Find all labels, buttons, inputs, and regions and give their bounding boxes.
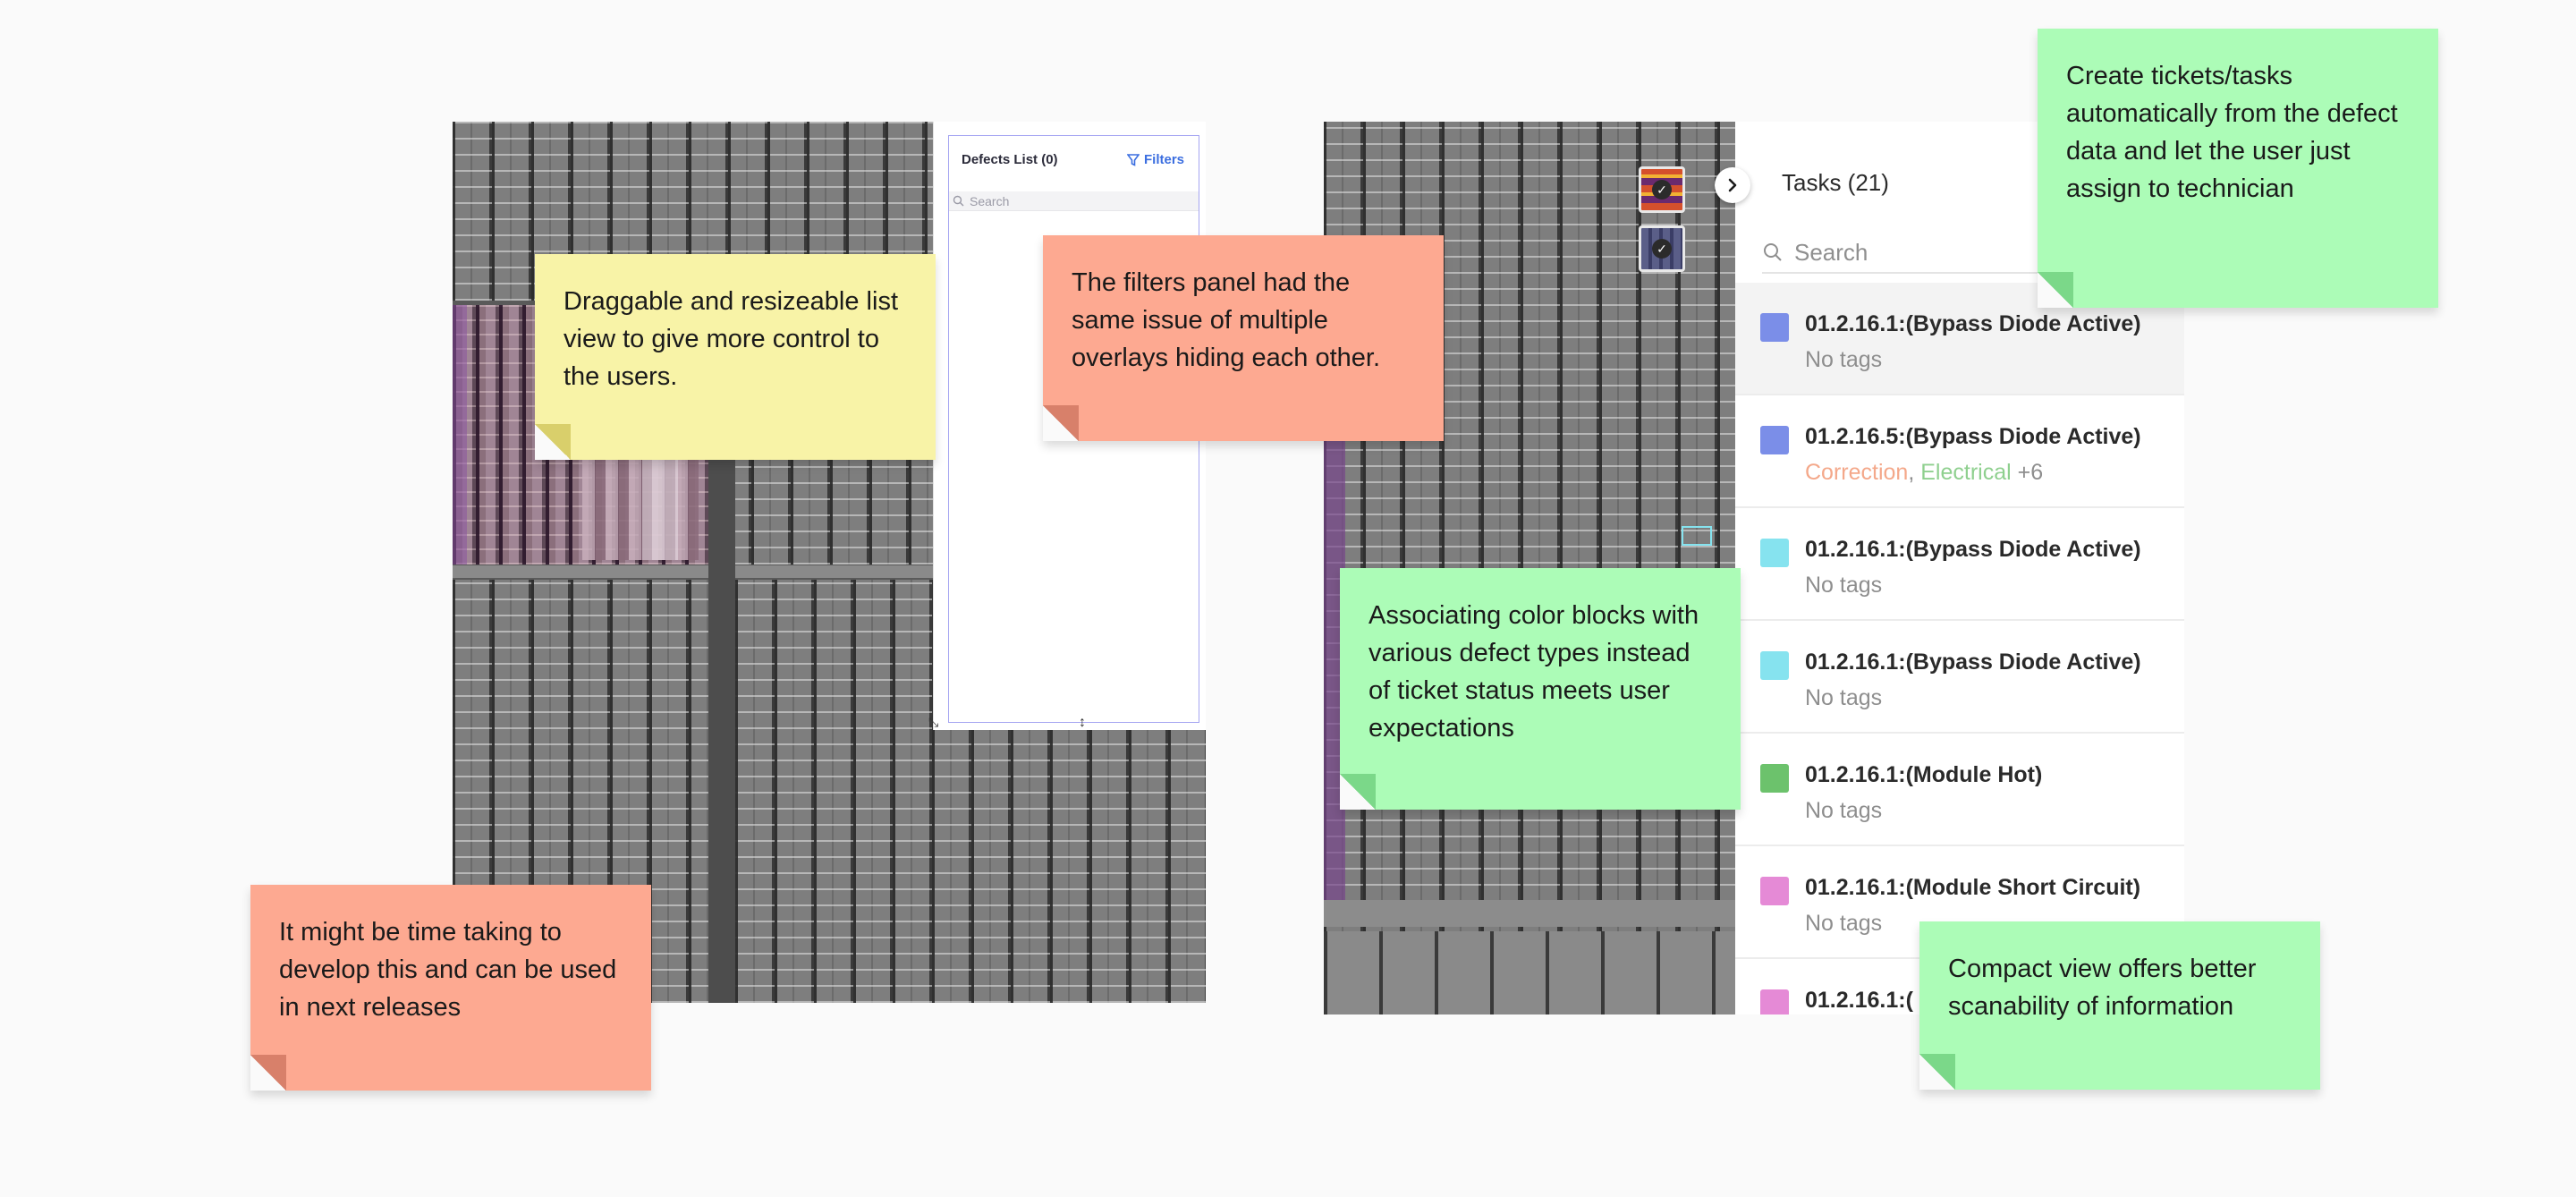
defect-thumbnail-1[interactable]: ✓ [1639, 166, 1685, 213]
note-fold [1043, 405, 1079, 441]
sticky-note-time-taking: It might be time taking to develop this … [250, 885, 651, 1091]
task-name: 01.2.16.1:(Bypass Diode Active) [1805, 311, 2141, 336]
defects-search-input[interactable]: Search [949, 191, 1199, 211]
sticky-note-draggable: Draggable and resizeable list view to gi… [535, 254, 936, 460]
task-tags: No tags [1805, 573, 1883, 598]
defect-color-swatch [1760, 989, 1789, 1014]
task-tags: Correction, Electrical +6 [1805, 460, 2043, 486]
task-name: 01.2.16.1:(Bypass Diode Active) [1805, 537, 2141, 562]
task-name: 01.2.16.5:(Bypass Diode Active) [1805, 424, 2141, 449]
filters-button[interactable]: Filters [1126, 152, 1184, 167]
note-text: It might be time taking to develop this … [279, 918, 617, 1022]
note-fold [2038, 272, 2073, 308]
check-circle-icon: ✓ [1652, 180, 1672, 200]
task-name: 01.2.16.1:(Bypass Diode Active) [1805, 649, 2141, 675]
filters-label: Filters [1143, 152, 1184, 167]
task-item[interactable]: 01.2.16.1:(Module Hot) No tags [1735, 734, 2184, 846]
chevron-right-icon [1728, 178, 1737, 192]
tag-correction[interactable]: Correction [1805, 460, 1908, 485]
note-fold [1340, 774, 1376, 810]
note-text: Draggable and resizeable list view to gi… [564, 287, 898, 391]
sticky-note-compact: Compact view offers better scanability o… [1919, 921, 2320, 1090]
tasks-search-placeholder: Search [1794, 238, 1868, 266]
task-name: 01.2.16.1:(Module Hot) [1805, 762, 2043, 787]
note-text: The filters panel had the same issue of … [1072, 268, 1380, 372]
defect-color-swatch [1760, 651, 1789, 680]
tag-separator: , [1908, 460, 1915, 485]
note-text: Associating color blocks with various de… [1368, 601, 1699, 743]
task-tags: No tags [1805, 347, 1883, 372]
note-fold [1919, 1054, 1955, 1090]
task-item[interactable]: 01.2.16.5:(Bypass Diode Active) Correcti… [1735, 395, 2184, 508]
defect-color-swatch [1760, 539, 1789, 567]
more-tags-count[interactable]: +6 [2018, 460, 2044, 485]
resize-vertical-handle[interactable]: ↕ [1079, 716, 1086, 730]
task-item[interactable]: 01.2.16.1:(Bypass Diode Active) No tags [1735, 621, 2184, 734]
defect-color-swatch [1760, 426, 1789, 454]
sticky-note-color-blocks: Associating color blocks with various de… [1340, 568, 1741, 810]
defect-color-swatch [1760, 764, 1789, 793]
check-circle-icon: ✓ [1652, 239, 1672, 259]
tasks-title: Tasks (21) [1782, 169, 1889, 196]
defect-color-swatch [1760, 877, 1789, 905]
note-fold [535, 424, 571, 460]
tag-electrical[interactable]: Electrical [1920, 460, 2011, 485]
defect-color-swatch [1760, 313, 1789, 342]
filter-icon [1126, 153, 1140, 166]
defects-list-title: Defects List (0) [962, 152, 1058, 167]
collapse-panel-button[interactable] [1715, 167, 1750, 203]
sticky-note-filters: The filters panel had the same issue of … [1043, 235, 1444, 441]
task-tags: No tags [1805, 685, 1883, 710]
task-tags: No tags [1805, 911, 1883, 936]
defect-thumbnail-2[interactable]: ✓ [1639, 225, 1685, 272]
sticky-note-create-tickets: Create tickets/tasks automatically from … [2038, 29, 2438, 308]
note-fold [250, 1055, 286, 1091]
task-tags: No tags [1805, 798, 1883, 823]
note-text: Create tickets/tasks automatically from … [2066, 62, 2398, 203]
defects-search-placeholder: Search [970, 193, 1010, 208]
note-text: Compact view offers better scanability o… [1948, 955, 2257, 1021]
search-icon [953, 195, 964, 207]
search-icon [1764, 243, 1782, 261]
task-name: 01.2.16.1:(Module Short Circuit) [1805, 875, 2141, 900]
task-item[interactable]: 01.2.16.1:(Bypass Diode Active) No tags [1735, 508, 2184, 621]
resize-corner-handle[interactable]: ⤡ [928, 716, 938, 728]
task-name: 01.2.16.1:( [1805, 988, 1913, 1013]
